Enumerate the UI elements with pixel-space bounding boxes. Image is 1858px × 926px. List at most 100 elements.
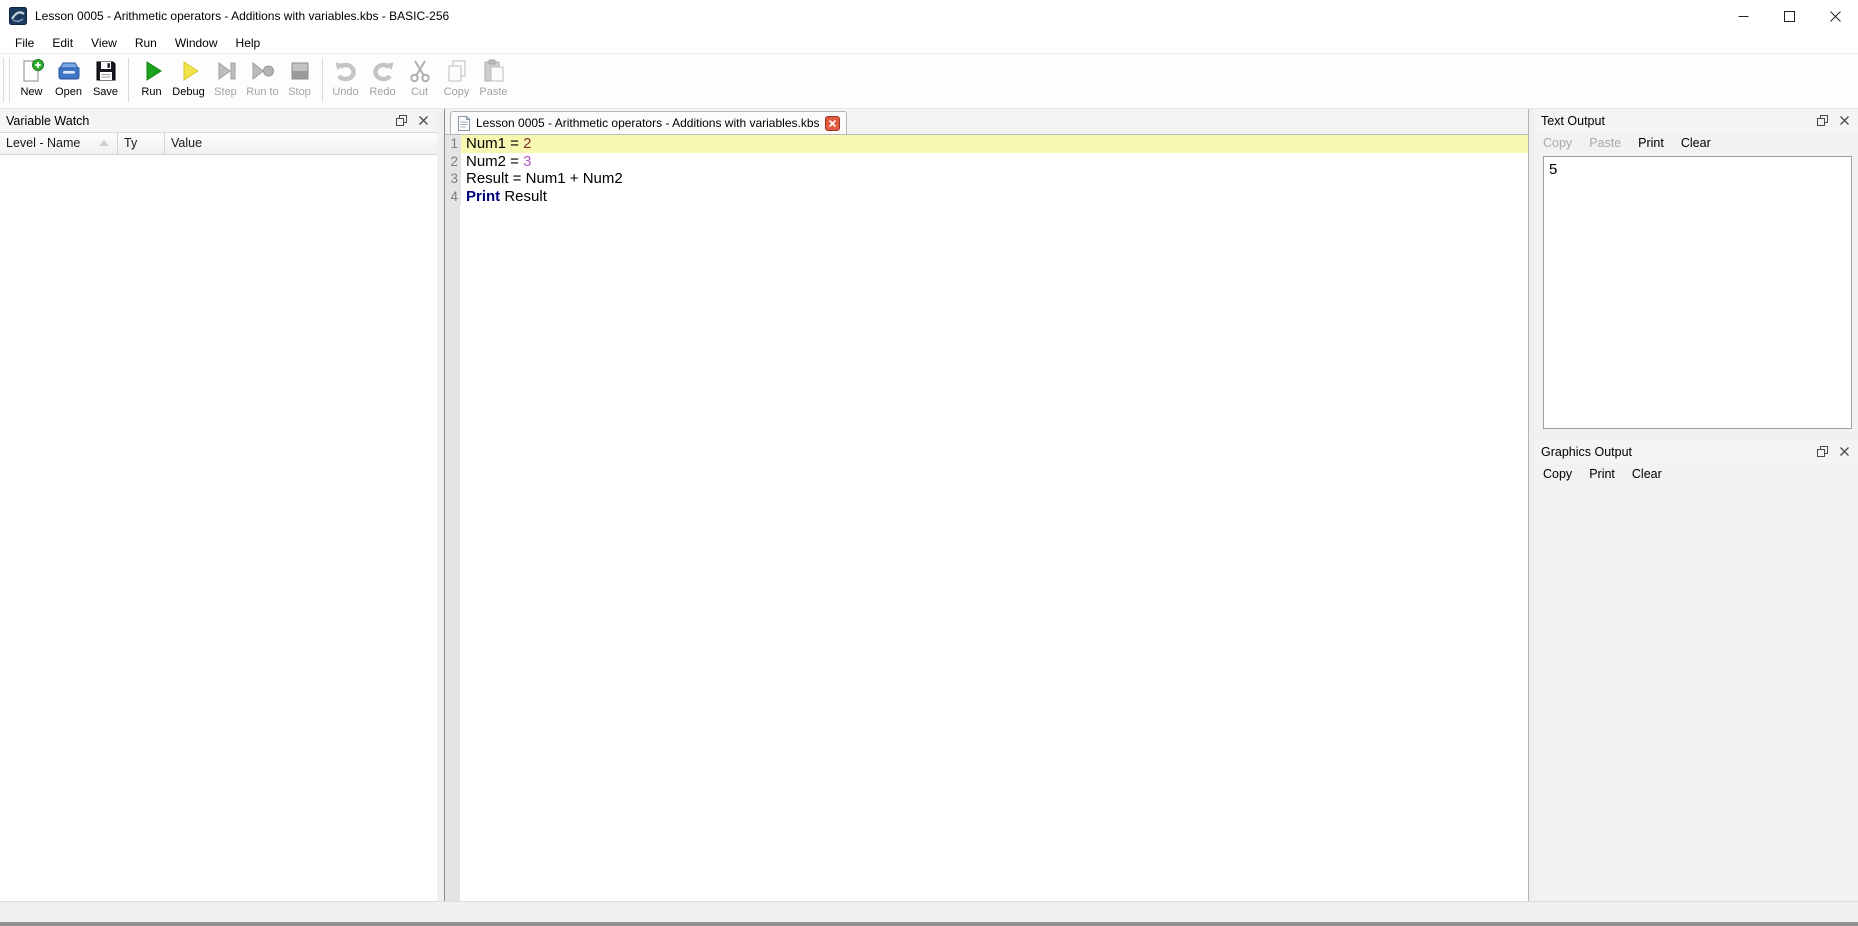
close-icon — [1830, 11, 1841, 22]
save-icon — [92, 57, 120, 85]
code-token: Result — [500, 188, 547, 205]
menu-edit[interactable]: Edit — [43, 34, 82, 52]
code-text: Num1 = 2 — [461, 135, 1528, 153]
line-number: 4 — [445, 188, 461, 206]
graphics-output-float-button[interactable] — [1814, 444, 1830, 460]
code-line[interactable]: 4 Print Result — [445, 188, 1528, 206]
text-output-close-button[interactable] — [1836, 113, 1852, 129]
editor-tab-label: Lesson 0005 - Arithmetic operators - Add… — [476, 116, 820, 130]
line-number-gutter — [445, 135, 461, 901]
variable-watch-column-headers: Level - NameTyValue — [0, 132, 437, 155]
step-icon — [212, 57, 240, 85]
close-icon — [1840, 447, 1849, 456]
tab-close-icon — [829, 120, 836, 127]
text-output-float-button[interactable] — [1814, 113, 1830, 129]
redo-button[interactable]: Redo — [364, 56, 401, 98]
text-output-clear-button[interactable]: Clear — [1681, 136, 1711, 150]
graphics-output-copy-button[interactable]: Copy — [1543, 467, 1572, 481]
toolbar-button-label: Cut — [411, 86, 428, 98]
left-splitter[interactable] — [437, 109, 445, 901]
menu-help[interactable]: Help — [227, 34, 270, 52]
toolbar: New OpenSave Run DebugStepRun to Stop UndoRed… — [0, 54, 1858, 109]
run-button[interactable]: Run — [133, 56, 170, 98]
variable-watch-close-button[interactable] — [415, 113, 431, 129]
right-splitter[interactable] — [1528, 109, 1535, 901]
text-output-print-button[interactable]: Print — [1638, 136, 1664, 150]
column-header-level-name[interactable]: Level - Name — [0, 133, 118, 154]
graphics-output-close-button[interactable] — [1836, 444, 1852, 460]
text-output-panel: Text Output CopyPastePrintClear 5 — [1535, 109, 1858, 432]
menu-view[interactable]: View — [82, 34, 126, 52]
graphics-output-clear-button[interactable]: Clear — [1632, 467, 1662, 481]
maximize-icon — [1784, 11, 1795, 22]
variable-watch-header: Variable Watch — [0, 109, 437, 132]
column-header-ty[interactable]: Ty — [118, 133, 165, 154]
toolbar-button-label: Run — [141, 86, 161, 98]
step-button[interactable]: Step — [207, 56, 244, 98]
variable-watch-table-body[interactable] — [0, 155, 437, 901]
toolbar-drag-handle[interactable] — [3, 58, 10, 102]
stop-button[interactable]: Stop — [281, 56, 318, 98]
cut-button[interactable]: Cut — [401, 56, 438, 98]
code-lines: 1Num1 = 22Num2 = 33Result = Num1 + Num24… — [445, 135, 1528, 205]
line-number: 2 — [445, 153, 461, 171]
line-number: 3 — [445, 170, 461, 188]
open-button[interactable]: Open — [50, 56, 87, 98]
horizontal-splitter[interactable] — [1535, 432, 1858, 440]
editor-tab[interactable]: Lesson 0005 - Arithmetic operators - Add… — [450, 111, 847, 134]
undo-icon — [332, 57, 360, 85]
float-icon — [1817, 446, 1828, 457]
graphics-output-canvas[interactable] — [1535, 485, 1858, 901]
menu-bar: FileEditViewRunWindowHelp — [0, 32, 1858, 54]
menu-run[interactable]: Run — [126, 34, 166, 52]
debug-button[interactable]: Debug — [170, 56, 207, 98]
text-output-toolbar: Copy Paste Print Clear — [1535, 132, 1858, 154]
close-button[interactable] — [1812, 0, 1858, 32]
paste-button[interactable]: Paste — [475, 56, 512, 98]
toolbar-button-label: Copy — [444, 86, 470, 98]
graphics-output-print-button[interactable]: Print — [1589, 467, 1615, 481]
paste-icon — [480, 57, 508, 85]
new-button[interactable]: New — [13, 56, 50, 98]
close-icon — [1840, 116, 1849, 125]
code-line[interactable]: 2Num2 = 3 — [445, 153, 1528, 171]
minimize-button[interactable] — [1720, 0, 1766, 32]
code-line[interactable]: 1Num1 = 2 — [445, 135, 1528, 153]
undo-button[interactable]: Undo — [327, 56, 364, 98]
copy-button[interactable]: Copy — [438, 56, 475, 98]
code-line[interactable]: 3Result = Num1 + Num2 — [445, 170, 1528, 188]
title-bar: Lesson 0005 - Arithmetic operators - Add… — [0, 0, 1858, 32]
run-to-button[interactable]: Run to — [244, 56, 281, 98]
maximize-button[interactable] — [1766, 0, 1812, 32]
redo-icon — [369, 57, 397, 85]
editor-area: Lesson 0005 - Arithmetic operators - Add… — [445, 109, 1528, 901]
graphics-output-panel: Graphics Output CopyPrintClear — [1535, 440, 1858, 901]
right-dock-area: Text Output CopyPastePrintClear 5 Graphi… — [1535, 109, 1858, 901]
toolbar-button-label: New — [20, 86, 42, 98]
toolbar-separator — [322, 58, 323, 102]
code-token: Print — [466, 188, 500, 205]
text-output-copy-button[interactable]: Copy — [1543, 136, 1572, 150]
column-header-value[interactable]: Value — [165, 133, 437, 154]
new-icon — [18, 57, 46, 85]
text-output-content[interactable]: 5 — [1543, 156, 1852, 429]
run-to-icon — [249, 57, 277, 85]
code-editor[interactable]: 1Num1 = 22Num2 = 33Result = Num1 + Num24… — [445, 135, 1528, 901]
run-icon — [138, 57, 166, 85]
code-token: 3 — [523, 153, 531, 170]
code-text: Num2 = 3 — [461, 153, 1528, 171]
stop-icon — [286, 57, 314, 85]
menu-file[interactable]: File — [6, 34, 43, 52]
basic256-window: Lesson 0005 - Arithmetic operators - Add… — [0, 0, 1858, 926]
toolbar-separator — [128, 58, 129, 102]
close-icon — [419, 116, 428, 125]
toolbar-button-label: Stop — [288, 86, 311, 98]
debug-icon — [175, 57, 203, 85]
variable-watch-float-button[interactable] — [393, 113, 409, 129]
toolbar-button-label: Paste — [479, 86, 507, 98]
editor-tab-close-button[interactable] — [825, 116, 840, 131]
text-output-paste-button[interactable]: Paste — [1589, 136, 1621, 150]
code-text: Result = Num1 + Num2 — [461, 170, 1528, 188]
save-button[interactable]: Save — [87, 56, 124, 98]
menu-window[interactable]: Window — [166, 34, 227, 52]
